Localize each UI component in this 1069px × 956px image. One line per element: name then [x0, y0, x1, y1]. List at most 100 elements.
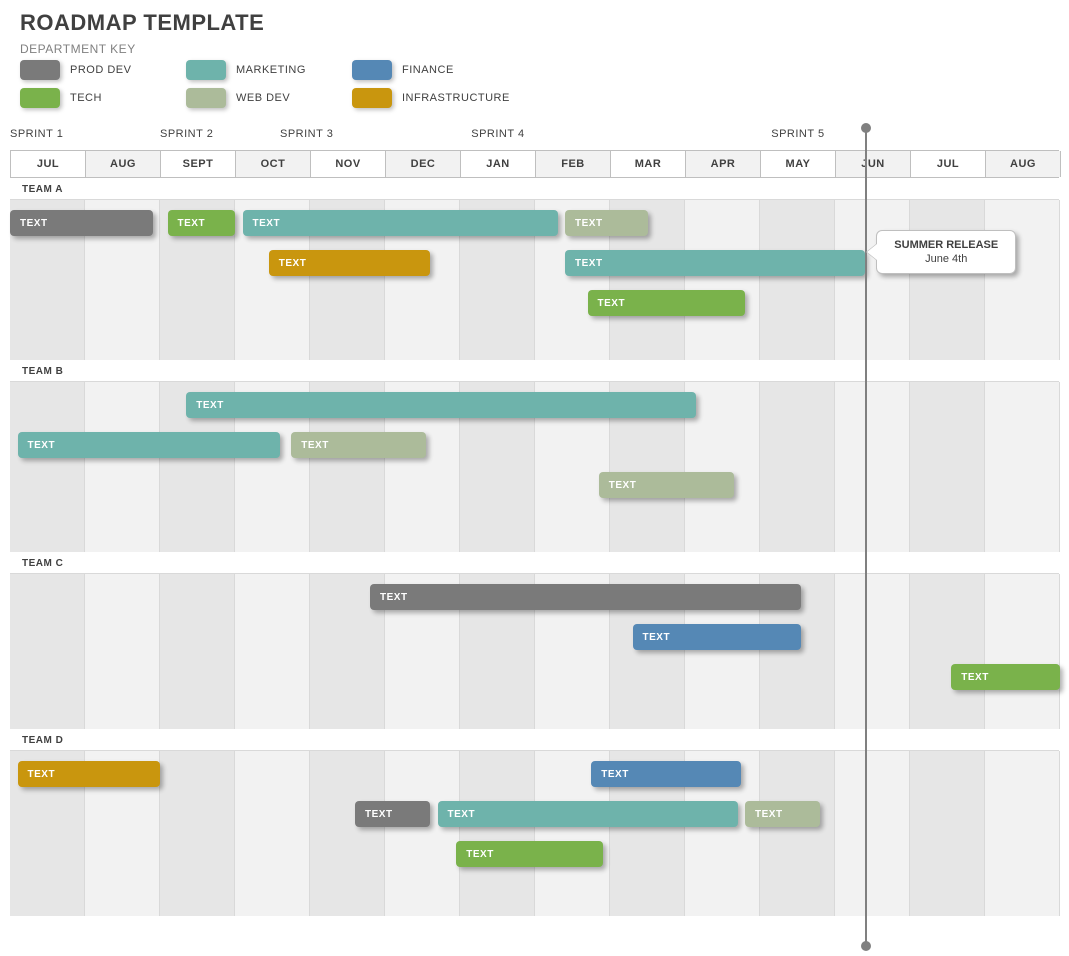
roadmap-bar[interactable]: TEXT [951, 664, 1060, 690]
sprint-label: SPRINT 1 [10, 128, 63, 140]
roadmap-bar[interactable]: TEXT [370, 584, 801, 610]
grid-column [460, 751, 535, 916]
milestone-date: June 4th [887, 253, 1005, 265]
grid-column [835, 574, 910, 729]
roadmap-bar[interactable]: TEXT [168, 210, 236, 236]
team-block: TEAM ATEXTTEXTTEXTTEXTTEXTTEXTTEXTSUMMER… [10, 178, 1059, 360]
legend-swatch [352, 88, 392, 108]
team-header: TEAM D [10, 729, 1059, 751]
grid-column [985, 200, 1060, 360]
department-key-heading: DEPARTMENT KEY [20, 42, 1059, 56]
roadmap-bar[interactable]: TEXT [588, 290, 746, 316]
grid-column [910, 200, 985, 360]
page-title: ROADMAP TEMPLATE [20, 10, 1059, 36]
grid-column [760, 382, 835, 552]
roadmap-bar[interactable]: TEXT [10, 210, 153, 236]
team-block: TEAM C TEXT TEXT TEXT [10, 552, 1059, 729]
grid-column [235, 751, 310, 916]
legend-swatch [20, 60, 60, 80]
sprint-label: SPRINT 3 [280, 128, 333, 140]
month-header-cell: JUL [911, 151, 986, 177]
legend: PROD DEV MARKETING FINANCE TECH WEB DEV INFRA… [20, 60, 540, 116]
roadmap-bar[interactable]: TEXT [565, 250, 865, 276]
grid-column [910, 751, 985, 916]
sprint-label: SPRINT 5 [771, 128, 824, 140]
team-body: TEXT TEXT TEXT TEXT [10, 382, 1059, 552]
legend-label: FINANCE [402, 64, 454, 76]
roadmap-bar[interactable]: TEXT [243, 210, 558, 236]
month-header-cell: APR [686, 151, 761, 177]
grid-column [910, 382, 985, 552]
month-header-cell: FEB [536, 151, 611, 177]
grid-column [85, 382, 160, 552]
month-header-cell: AUG [86, 151, 161, 177]
month-header-cell: JUL [11, 151, 86, 177]
legend-item: PROD DEV [20, 60, 180, 80]
roadmap-bar[interactable]: TEXT [291, 432, 426, 458]
grid-column [835, 382, 910, 552]
timeline: SPRINT 1SPRINT 2SPRINT 3SPRINT 4SPRINT 5… [10, 126, 1059, 916]
roadmap-bar[interactable]: TEXT [18, 761, 161, 787]
grid-column [760, 751, 835, 916]
legend-swatch [352, 60, 392, 80]
roadmap-bar[interactable]: TEXT [456, 841, 602, 867]
legend-label: WEB DEV [236, 92, 290, 104]
roadmap-bar[interactable]: TEXT [438, 801, 738, 827]
legend-label: MARKETING [236, 64, 306, 76]
roadmap-bar[interactable]: TEXT [633, 624, 802, 650]
grid-column [985, 382, 1060, 552]
legend-label: TECH [70, 92, 102, 104]
month-header-cell: SEPT [161, 151, 236, 177]
grid-column [910, 574, 985, 729]
month-header-row: JULAUGSEPTOCTNOVDECJANFEBMARAPRMAYJUNJUL… [10, 150, 1059, 178]
grid-column [235, 574, 310, 729]
grid-column [160, 574, 235, 729]
roadmap-bar[interactable]: TEXT [591, 761, 741, 787]
grid-column [10, 574, 85, 729]
roadmap-bar[interactable]: TEXT [186, 392, 696, 418]
roadmap-bar[interactable]: TEXT [269, 250, 430, 276]
grid-column [685, 200, 760, 360]
grid-column [685, 382, 760, 552]
roadmap-bar[interactable]: TEXT [745, 801, 820, 827]
team-header: TEAM C [10, 552, 1059, 574]
grid-column [85, 574, 160, 729]
month-header-cell: JUN [836, 151, 911, 177]
grid-column [10, 382, 85, 552]
legend-item: INFRASTRUCTURE [352, 88, 512, 108]
teams-container: TEAM ATEXTTEXTTEXTTEXTTEXTTEXTTEXTSUMMER… [10, 178, 1059, 916]
team-body: TEXTTEXTTEXTTEXTTEXTTEXT [10, 751, 1059, 916]
grid-column [985, 574, 1060, 729]
month-header-cell: MAY [761, 151, 836, 177]
grid-column [310, 751, 385, 916]
legend-swatch [186, 60, 226, 80]
grid-column [160, 751, 235, 916]
legend-swatch [20, 88, 60, 108]
grid-column [385, 751, 460, 916]
sprint-row: SPRINT 1SPRINT 2SPRINT 3SPRINT 4SPRINT 5 [10, 126, 1059, 150]
roadmap-bar[interactable]: TEXT [355, 801, 430, 827]
legend-item: WEB DEV [186, 88, 346, 108]
milestone-callout: SUMMER RELEASE June 4th [876, 230, 1016, 274]
sprint-label: SPRINT 2 [160, 128, 213, 140]
month-header-cell: MAR [611, 151, 686, 177]
roadmap-bar[interactable]: TEXT [18, 432, 281, 458]
roadmap-bar[interactable]: TEXT [599, 472, 734, 498]
team-body: TEXT TEXT TEXT [10, 574, 1059, 729]
legend-item: FINANCE [352, 60, 512, 80]
legend-swatch [186, 88, 226, 108]
team-block: TEAM DTEXTTEXTTEXTTEXTTEXTTEXT [10, 729, 1059, 916]
month-header-cell: DEC [386, 151, 461, 177]
legend-item: TECH [20, 88, 180, 108]
grid-column [985, 751, 1060, 916]
legend-item: MARKETING [186, 60, 346, 80]
month-header-cell: AUG [986, 151, 1061, 177]
legend-label: INFRASTRUCTURE [402, 92, 510, 104]
team-block: TEAM B TEXT TEXT TEXT TEXT [10, 360, 1059, 552]
team-header: TEAM B [10, 360, 1059, 382]
milestone-title: SUMMER RELEASE [894, 239, 998, 251]
month-header-cell: JAN [461, 151, 536, 177]
month-header-cell: OCT [236, 151, 311, 177]
grid-column [835, 751, 910, 916]
roadmap-bar[interactable]: TEXT [565, 210, 648, 236]
